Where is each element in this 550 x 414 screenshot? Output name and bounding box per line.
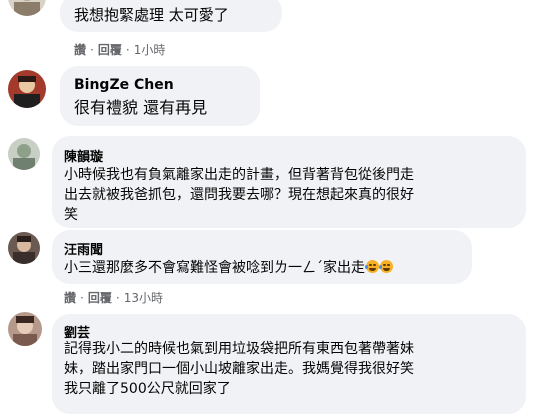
comment-text: 小時候我也有負氣離家出走的計畫，但背著背包從後門走 出去就被我爸抓包，還問我要去…	[64, 167, 414, 223]
avatar[interactable]	[8, 70, 46, 108]
laughing-tears-emoji	[379, 260, 393, 273]
separator-dot: ·	[125, 42, 130, 57]
like-button[interactable]: 讚	[64, 289, 76, 306]
comment-1: 我想抱緊處理 太可愛了 讚 · 回覆 · 1小時	[0, 0, 550, 64]
comment-actions: 讚 · 回覆 · 13小時	[64, 289, 163, 306]
separator-dot: ·	[115, 290, 120, 305]
comment-text: 小三還那麼多不會寫難怪會被唸到ㄌ一ㄥˊ家出走	[64, 258, 393, 278]
comment-text: 很有禮貌 還有再見	[74, 98, 208, 117]
comment-author[interactable]: BingZe Chen	[74, 77, 174, 93]
avatar[interactable]	[8, 138, 40, 170]
comment-text: 我想抱緊處理 太可愛了	[74, 6, 229, 24]
reply-button[interactable]: 回覆	[88, 289, 112, 306]
separator-dot: ·	[80, 290, 84, 305]
comment-author[interactable]: 汪雨聞	[64, 239, 103, 258]
comment-4: 汪雨聞 小三還那麼多不會寫難怪會被唸到ㄌ一ㄥˊ家出走 讚 · 回覆 · 13小時	[0, 230, 550, 308]
comment-3: 陳韻璇 小時候我也有負氣離家出走的計畫，但背著背包從後門走 出去就被我爸抓包，還…	[0, 134, 550, 230]
comment-2: BingZe Chen 很有禮貌 還有再見	[0, 64, 550, 134]
comment-5: 劉芸 記得我小二的時候也氣到用垃圾袋把所有東西包著帶著妹 妹，踏出家門口一個小山…	[0, 308, 550, 414]
comment-actions: 讚 · 回覆 · 1小時	[74, 41, 165, 58]
comment-text: 記得我小二的時候也氣到用垃圾袋把所有東西包著帶著妹 妹，踏出家門口一個小山坡離家…	[64, 341, 414, 397]
like-button[interactable]: 讚	[74, 41, 86, 58]
reply-button[interactable]: 回覆	[98, 41, 122, 58]
comment-author[interactable]: 陳韻璇	[64, 146, 103, 165]
comment-text-content: 小三還那麼多不會寫難怪會被唸到ㄌ一ㄥˊ家出走	[64, 260, 365, 276]
timestamp[interactable]: 13小時	[124, 289, 163, 306]
avatar[interactable]	[8, 232, 40, 264]
avatar[interactable]	[8, 312, 42, 346]
avatar[interactable]	[8, 0, 46, 16]
timestamp[interactable]: 1小時	[134, 41, 166, 58]
separator-dot: ·	[90, 42, 94, 57]
laughing-tears-emoji	[365, 260, 379, 273]
